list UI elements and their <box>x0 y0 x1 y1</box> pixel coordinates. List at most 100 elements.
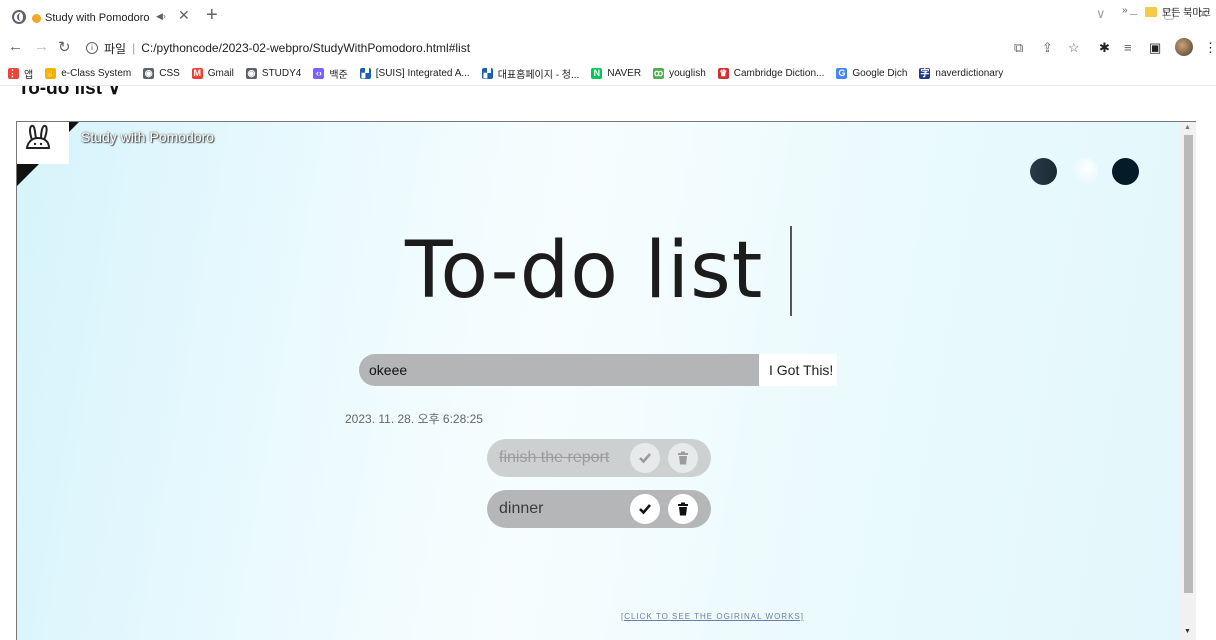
info-icon[interactable]: i <box>86 42 98 54</box>
new-tab-icon[interactable]: + <box>206 4 218 27</box>
bookmark-label: [SUIS] Integrated A... <box>375 68 470 79</box>
more-menu-icon[interactable]: ⋮ <box>1204 40 1216 56</box>
all-bookmarks-label: 모든 북마크 <box>1162 8 1211 19</box>
side-panel-icon[interactable]: ▣ <box>1149 40 1161 56</box>
translate-icon: G <box>836 68 848 79</box>
bookmark-star-icon[interactable]: ☆ <box>1068 40 1080 56</box>
bookmarks-bar: ⋮⋮ 앱 ✋ e-Class System ◉ CSS M Gmail ◉ STUDY4 ‹› 백준 ▞… <box>0 62 1216 86</box>
youglish-icon: ꝏ <box>653 68 665 79</box>
bookmark-item[interactable]: ▞ 대표홈페이지 - 청... <box>481 66 580 81</box>
theme-dark-button[interactable] <box>1030 158 1057 185</box>
bookmark-label: youglish <box>669 68 706 79</box>
logo[interactable] <box>17 122 69 164</box>
add-todo-button[interactable]: I Got This! <box>759 354 837 386</box>
bookmark-item[interactable]: ⋮⋮ 앱 <box>8 66 33 81</box>
check-button[interactable] <box>630 494 660 524</box>
all-bookmarks-folder[interactable]: 모든 북마크 <box>1145 4 1211 19</box>
apps-grid-icon: ⋮⋮ <box>8 68 26 79</box>
bookmark-item[interactable]: ▞ [SUIS] Integrated A... <box>359 68 470 79</box>
globe-icon: ◉ <box>245 68 257 79</box>
bookmark-label: Gmail <box>207 68 234 79</box>
bookmark-item[interactable]: ‹› 백준 <box>313 66 348 81</box>
gmail-icon: M <box>191 68 203 79</box>
naver-icon: N <box>591 68 603 79</box>
trash-icon <box>678 451 688 465</box>
corner-decoration <box>69 122 79 132</box>
check-icon <box>639 453 651 464</box>
bookmark-label: naverdictionary <box>935 68 1004 79</box>
suis-icon: ▞ <box>359 68 371 79</box>
theme-night-button[interactable] <box>1112 158 1139 185</box>
suis-icon: ▞ <box>481 68 493 79</box>
bookmark-item[interactable]: ◉ CSS <box>143 68 180 79</box>
bookmark-label: Cambridge Diction... <box>733 68 825 79</box>
folder-icon <box>1145 6 1157 17</box>
bookmark-label: e-Class System <box>61 68 132 79</box>
url-separator: | <box>132 41 136 55</box>
bookmark-item[interactable]: M Gmail <box>191 68 234 79</box>
todo-item: finish the report <box>487 439 711 477</box>
forward-arrow-icon[interactable]: → <box>34 38 49 55</box>
iframe-scrollbar[interactable]: ▲ ▼ <box>1180 122 1196 640</box>
minimize-icon[interactable]: – <box>1130 6 1137 21</box>
browser-tab[interactable]: Study with Pomodoro <box>32 6 200 30</box>
scroll-down-icon[interactable]: ▼ <box>1184 628 1191 635</box>
todo-text: dinner <box>499 500 544 517</box>
bookmark-item[interactable]: G Google Dịch <box>836 68 907 79</box>
page-content: To-do list ∨ Study with Pomodoro To-do l… <box>0 86 1216 640</box>
pomodoro-iframe: Study with Pomodoro To-do list I Got Thi… <box>16 121 1196 640</box>
address-bar: ← → ↻ i 파일 | C:/pythoncode/2023-02-webpr… <box>0 34 1216 62</box>
url-text: C:/pythoncode/2023-02-webpro/StudyWithPo… <box>141 41 471 55</box>
code-icon: ‹› <box>313 68 325 79</box>
speaker-muted-icon[interactable]: ◀› <box>156 11 166 22</box>
browser-tab-strip: Study with Pomodoro ◀› ✕ + ∨ – ▢ ✕ <box>0 0 1216 34</box>
profile-avatar[interactable] <box>1175 38 1193 56</box>
close-tab-icon[interactable]: ✕ <box>178 7 190 24</box>
url-scheme-label: 파일 <box>104 41 127 56</box>
translate-icon[interactable]: ⧉ <box>1014 40 1023 56</box>
todo-text: finish the report <box>499 449 610 466</box>
cambridge-icon: ♛ <box>717 68 729 79</box>
extensions-puzzle-icon[interactable]: ✱ <box>1099 40 1110 56</box>
chevron-down-icon[interactable]: ∨ <box>1096 6 1106 22</box>
share-icon[interactable]: ⇪ <box>1042 40 1053 56</box>
bookmark-item[interactable]: ✋ e-Class System <box>45 68 131 79</box>
globe-icon <box>12 10 26 24</box>
todo-input[interactable] <box>359 354 759 386</box>
original-works-link[interactable]: [CLICK TO SEE THE OGIRINAL WORKS] <box>621 612 804 621</box>
bookmark-label: 대표홈페이지 - 청... <box>497 70 580 81</box>
bookmark-label: STUDY4 <box>261 68 302 79</box>
bookmark-item[interactable]: ◉ STUDY4 <box>245 68 302 79</box>
tab-favicon-icon <box>32 13 41 23</box>
clock: 2023. 11. 28. 오후 6:28:25 <box>345 412 483 426</box>
dictionary-icon: 字 <box>919 68 931 79</box>
more-bookmarks-icon[interactable]: » <box>1122 5 1128 16</box>
reading-list-icon[interactable]: ≡ <box>1124 40 1132 55</box>
delete-button[interactable] <box>668 443 698 473</box>
brand-name[interactable]: Study with Pomodoro <box>81 129 214 145</box>
back-arrow-icon[interactable]: ← <box>8 38 23 55</box>
bookmark-label: CSS <box>159 68 180 79</box>
bookmark-label: 백준 <box>329 70 348 81</box>
typing-caret <box>790 226 792 316</box>
url-field[interactable]: i 파일 | C:/pythoncode/2023-02-webpro/Stud… <box>86 36 1006 60</box>
bookmark-label: 앱 <box>24 70 34 81</box>
bookmark-item[interactable]: ꝏ youglish <box>653 68 706 79</box>
bookmark-item[interactable]: ♛ Cambridge Diction... <box>717 68 825 79</box>
theme-light-button[interactable] <box>1071 158 1098 185</box>
todo-item: dinner <box>487 490 711 528</box>
rabbit-icon <box>25 124 51 149</box>
scrollbar-thumb[interactable] <box>1184 135 1193 593</box>
reload-icon[interactable]: ↻ <box>58 38 71 56</box>
scroll-up-icon[interactable]: ▲ <box>1184 124 1191 131</box>
trash-icon <box>678 502 688 516</box>
bookmark-item[interactable]: 字 naverdictionary <box>919 68 1003 79</box>
delete-button[interactable] <box>668 494 698 524</box>
bookmark-label: NAVER <box>607 68 642 79</box>
check-button[interactable] <box>630 443 660 473</box>
check-icon <box>639 504 651 515</box>
tab-title: Study with Pomodoro <box>45 12 150 24</box>
bookmark-label: Google Dịch <box>852 68 908 79</box>
corner-decoration <box>17 164 39 186</box>
bookmark-item[interactable]: N NAVER <box>591 68 641 79</box>
